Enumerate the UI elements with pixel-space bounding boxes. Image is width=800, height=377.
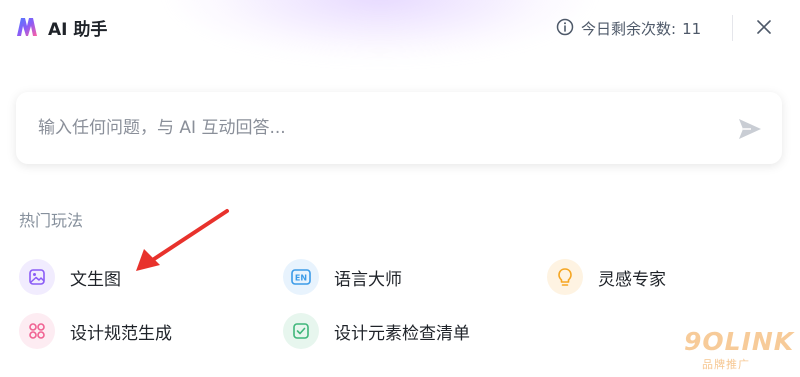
- en-icon-badge: EN: [283, 259, 319, 295]
- send-icon[interactable]: [737, 116, 763, 142]
- feature-design-spec[interactable]: 设计规范生成: [19, 312, 172, 350]
- svg-text:EN: EN: [295, 274, 307, 283]
- header: AI 助手 今日剩余次数: 11: [0, 0, 800, 58]
- question-input-card: [16, 92, 782, 164]
- feature-design-checklist[interactable]: 设计元素检查清单: [283, 312, 470, 350]
- ai-logo-icon: [17, 18, 37, 36]
- lightbulb-icon-badge: [547, 259, 583, 295]
- checklist-icon: [293, 323, 309, 339]
- page-title: AI 助手: [48, 20, 108, 40]
- feature-label: 文生图: [70, 269, 121, 290]
- feature-text-to-image[interactable]: 文生图: [19, 258, 121, 296]
- header-divider: [732, 15, 733, 41]
- info-icon: [556, 18, 574, 36]
- watermark-logo: 9OLINK 品牌推广: [684, 327, 794, 373]
- image-icon: [29, 269, 45, 285]
- remaining-count: 今日剩余次数: 11: [581, 18, 701, 39]
- feature-inspiration-expert[interactable]: 灵感专家: [547, 258, 666, 296]
- feature-label: 设计元素检查清单: [334, 323, 470, 344]
- close-icon[interactable]: [755, 18, 773, 36]
- watermark-main: 9OLINK: [684, 327, 795, 356]
- feature-language-master[interactable]: EN 语言大师: [283, 258, 402, 296]
- feature-label: 设计规范生成: [70, 323, 172, 344]
- image-icon-badge: [19, 259, 55, 295]
- checklist-icon-badge: [283, 313, 319, 349]
- feature-label: 灵感专家: [598, 269, 666, 290]
- remaining-count-value: 11: [682, 20, 702, 38]
- watermark-sub: 品牌推广: [702, 358, 750, 371]
- question-input[interactable]: [36, 112, 720, 144]
- grid-icon: [29, 323, 45, 339]
- en-icon: EN: [291, 269, 311, 285]
- section-title: 热门玩法: [19, 211, 84, 230]
- feature-label: 语言大师: [334, 269, 402, 290]
- grid-icon-badge: [19, 313, 55, 349]
- annotation-arrow: [136, 209, 229, 271]
- remaining-label: 今日剩余次数:: [581, 20, 677, 38]
- lightbulb-icon: [558, 268, 572, 286]
